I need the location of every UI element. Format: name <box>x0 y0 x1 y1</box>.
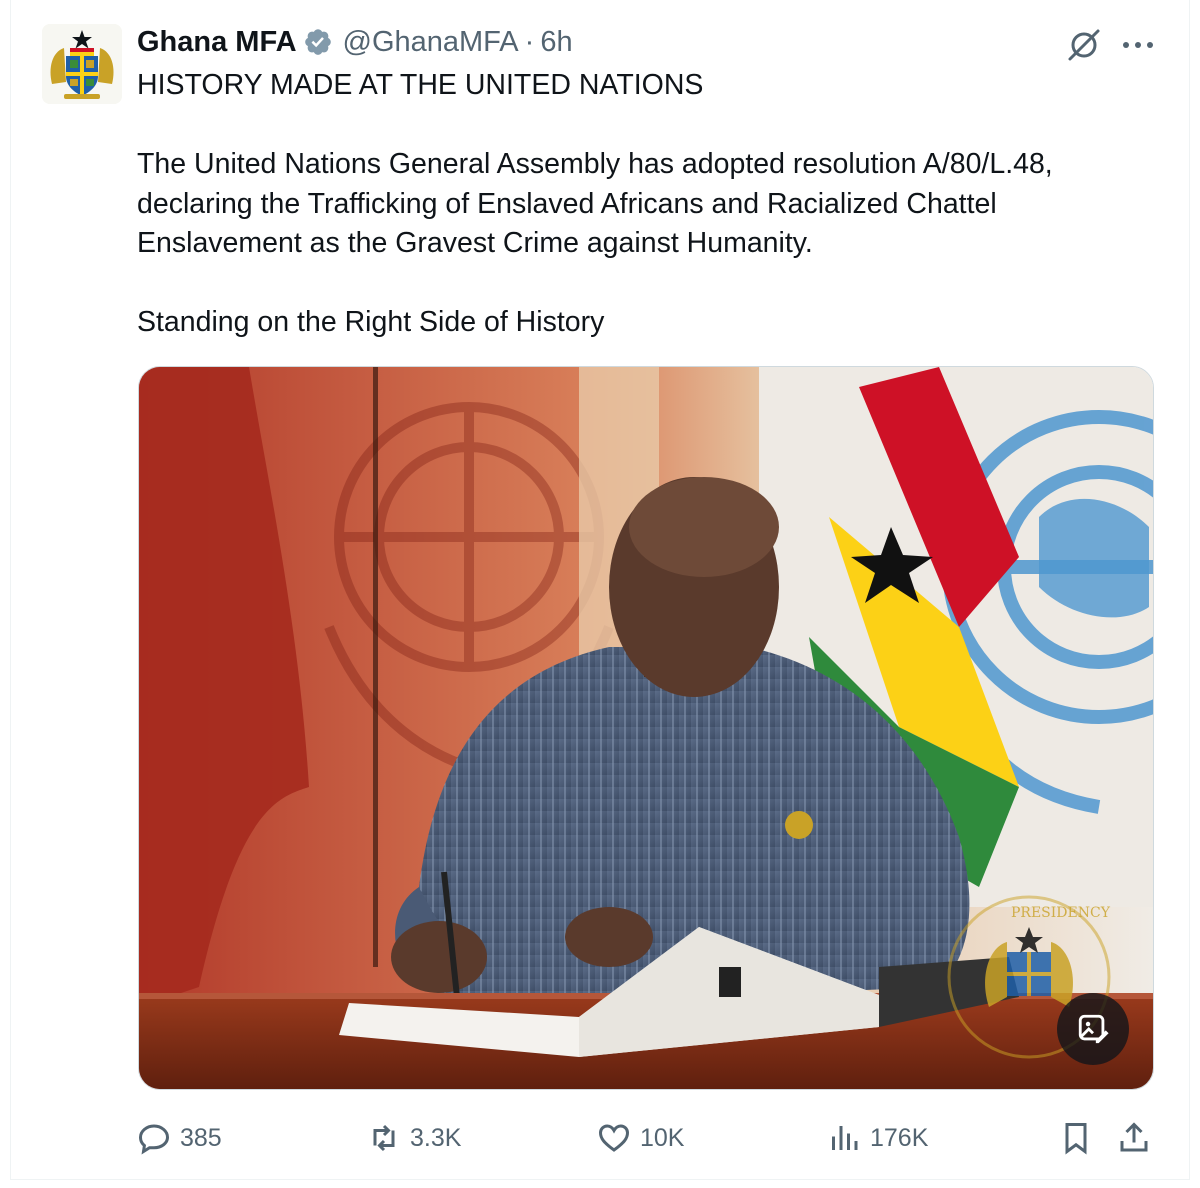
tweet-text: HISTORY MADE AT THE UNITED NATIONS The U… <box>137 69 1053 338</box>
tweet-header: Ghana MFA @GhanaMFA · 6h <box>137 22 573 62</box>
author-handle[interactable]: @GhanaMFA <box>343 26 519 59</box>
share-icon <box>1120 1122 1148 1152</box>
views-count: 176K <box>870 1123 929 1152</box>
watermark-text: PRESIDENCY <box>1011 905 1111 921</box>
reply-count: 385 <box>180 1123 222 1152</box>
like-icon <box>598 1124 630 1152</box>
repost-count: 3.3K <box>410 1123 462 1152</box>
views-button[interactable]: 176K <box>826 1116 928 1160</box>
verified-badge-icon[interactable] <box>303 27 333 57</box>
image-tools-button[interactable] <box>1057 993 1129 1065</box>
like-button[interactable]: 10K <box>596 1116 684 1160</box>
photo-scene: PRESIDENCY <box>139 367 1153 1089</box>
author-avatar[interactable] <box>42 24 122 104</box>
tweet-photo[interactable]: PRESIDENCY <box>138 366 1154 1090</box>
bookmark-button[interactable] <box>1058 1116 1102 1160</box>
grok-icon[interactable] <box>1064 24 1104 64</box>
reply-icon <box>138 1124 170 1155</box>
repost-button[interactable]: 3.3K <box>366 1116 461 1160</box>
views-icon <box>832 1126 858 1150</box>
like-count: 10K <box>640 1123 685 1152</box>
share-button[interactable] <box>1116 1116 1160 1160</box>
repost-icon <box>373 1124 395 1152</box>
coat-of-arms-icon <box>42 24 122 104</box>
reply-button[interactable]: 385 <box>136 1116 222 1160</box>
image-tools-icon <box>1078 1014 1109 1044</box>
bookmark-icon <box>1065 1123 1087 1155</box>
author-name[interactable]: Ghana MFA <box>137 26 297 59</box>
separator-dot: · <box>524 25 535 58</box>
tweet-timestamp[interactable]: 6h <box>540 26 572 59</box>
more-icon[interactable] <box>1118 30 1158 60</box>
tweet-action-bar: 385 3.3K 10K 176K <box>0 1116 1200 1160</box>
